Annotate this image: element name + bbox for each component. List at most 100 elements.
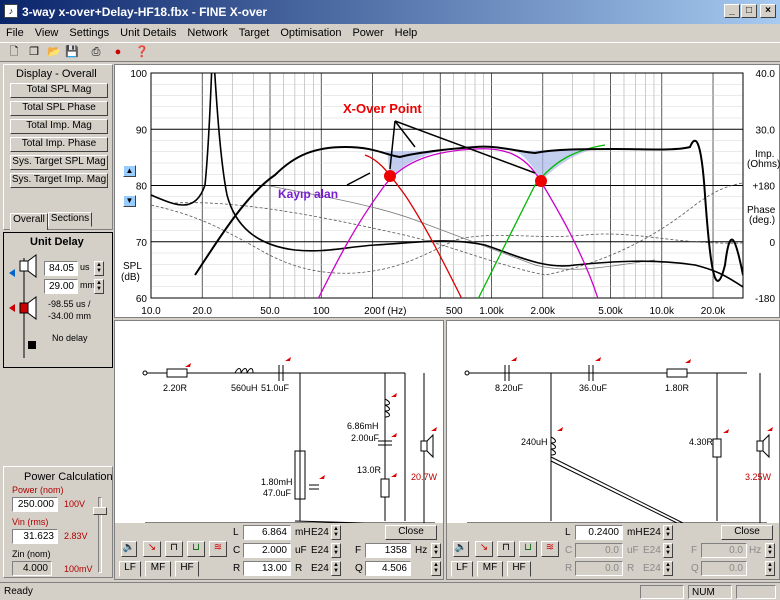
hf-tab-hf[interactable]: HF (507, 561, 531, 577)
menu-settings[interactable]: Settings (63, 24, 114, 39)
lf-L-field[interactable]: 6.864 (243, 525, 291, 540)
hf-L-spinner[interactable]: ▲ ▼ (663, 525, 673, 540)
lf-R-spinner[interactable]: ▲ ▼ (331, 561, 341, 576)
power-volts: 100V (64, 499, 86, 509)
help-icon[interactable]: ❓ (134, 45, 150, 60)
power-label: Power (nom) (12, 485, 64, 495)
lf-Q-spinner[interactable]: ▲ ▼ (431, 561, 441, 576)
tab-overall[interactable]: Overall (10, 213, 48, 230)
right-axis-deg: (deg.) (749, 215, 775, 226)
hf-filter-tool-icon[interactable]: ⊔ (519, 541, 537, 557)
hf-L-field[interactable]: 0.2400 (575, 525, 623, 540)
hf-schematic: 8.20uF 36.0uF 1.80R 240uH 4.30R 3.25W (464, 357, 773, 523)
lf-F-spinner[interactable]: ▲ ▼ (431, 543, 441, 558)
hf-notch-tool-icon[interactable]: ≋ (541, 541, 559, 557)
chart-grid (150, 72, 744, 299)
lf-r-notch-label: 13.0R (357, 465, 382, 475)
x-tick-label: 50.0 (260, 306, 280, 317)
power-value-field[interactable]: 250.000 (12, 497, 58, 512)
lf-lc-tool-icon[interactable]: ⊓ (165, 541, 183, 557)
menu-power[interactable]: Power (346, 24, 388, 39)
delay-us-spinner[interactable]: ▲ ▼ (94, 261, 104, 276)
hf-slope-tool-icon[interactable]: ↘ (475, 541, 493, 557)
hf-network-panel: 8.20uF 36.0uF 1.80R 240uH 4.30R 3.25W 🔈 … (446, 320, 780, 580)
new-file-icon[interactable]: 🗋 (6, 45, 22, 60)
sys-target-spl-mag-button[interactable]: Sys. Target SPL Mag (10, 155, 108, 170)
menu-help[interactable]: Help (389, 24, 423, 39)
menu-unit-details[interactable]: Unit Details (114, 24, 181, 39)
lf-filter-tool-icon[interactable]: ⊔ (187, 541, 205, 557)
hf-R-series: E24 (643, 563, 661, 574)
lf-tab-lf[interactable]: LF (119, 561, 141, 577)
menu-network[interactable]: Network (181, 24, 232, 39)
delay-us-field[interactable]: 84.05 (44, 261, 78, 276)
lf-tab-mf[interactable]: MF (145, 561, 171, 577)
hf-C-series: E24 (643, 545, 661, 556)
hf-F-label: F (691, 545, 698, 556)
right-tick-label: -180 (755, 294, 775, 305)
total-imp-mag-button[interactable]: Total Imp. Mag (10, 119, 108, 134)
lf-R-label: R (233, 563, 241, 574)
print-icon[interactable]: ⎙ (88, 45, 104, 60)
lf-tab-hf[interactable]: HF (175, 561, 199, 577)
minimize-button[interactable]: _ (724, 4, 740, 18)
hf-Q-field: 0.0 (701, 561, 747, 576)
hf-R-spinner: ▲ ▼ (663, 561, 673, 576)
maximize-button[interactable]: □ (741, 4, 757, 18)
tab-sections[interactable]: Sections (48, 212, 92, 227)
total-imp-phase-button[interactable]: Total Imp. Phase (10, 137, 108, 152)
lf-Q-field[interactable]: 4.506 (365, 561, 411, 576)
left-tick-label: 100 (130, 69, 147, 80)
hf-C-unit: uF (627, 545, 639, 556)
crossover-point-low (384, 170, 396, 182)
menu-view[interactable]: View (29, 24, 64, 39)
hf-tab-lf[interactable]: LF (451, 561, 473, 577)
hf-close-button[interactable]: Close (721, 525, 773, 540)
lf-editor: 🔈 ↘ ⊓ ⊔ ≋ L 6.864 mH E24 ▲ ▼ C 2.000 uF E… (115, 523, 443, 579)
hf-C-label: C (565, 545, 573, 556)
vin-volts: 2.83V (64, 531, 88, 541)
hf-c2-label: 36.0uF (579, 383, 608, 393)
x-tick-label: 20.0 (193, 306, 213, 317)
delay-us-unit: us (80, 262, 90, 272)
lf-C-unit: uF (295, 545, 307, 556)
annotation-arrow-4 (346, 172, 371, 186)
lf-L-spinner[interactable]: ▲ ▼ (331, 525, 341, 540)
x-axis-label: f (Hz) (382, 306, 406, 317)
lf-F-field[interactable]: 1358 (365, 543, 411, 558)
open-folder-icon[interactable]: 📂 (46, 45, 62, 60)
lf-notch-tool-icon[interactable]: ≋ (209, 541, 227, 557)
colors-icon[interactable]: ● (110, 45, 126, 60)
close-button[interactable]: × (760, 4, 776, 18)
speaker-diagram-icon (9, 254, 37, 358)
delay-mm-spinner[interactable]: ▲ ▼ (94, 279, 104, 294)
total-spl-mag-button[interactable]: Total SPL Mag (10, 83, 108, 98)
level-slider-thumb[interactable] (93, 507, 107, 515)
hf-lc-tool-icon[interactable]: ⊓ (497, 541, 515, 557)
display-panel-title: Display - Overall (16, 68, 97, 80)
status-cell-1 (640, 585, 684, 599)
hf-tab-mf[interactable]: MF (477, 561, 503, 577)
save-icon[interactable]: 💾 (64, 45, 80, 60)
scroll-up-button[interactable]: ▲ (123, 165, 136, 177)
lf-C-field[interactable]: 2.000 (243, 543, 291, 558)
menu-file[interactable]: File (0, 24, 29, 39)
hf-speaker-tool-icon[interactable]: 🔈 (453, 541, 469, 557)
delay-status: No delay (52, 333, 88, 343)
lf-speaker-tool-icon[interactable]: 🔈 (121, 541, 137, 557)
sys-target-imp-mag-button[interactable]: Sys. Target Imp. Mag (10, 173, 108, 188)
vin-value-field[interactable]: 31.623 (12, 529, 58, 544)
total-spl-phase-button[interactable]: Total SPL Phase (10, 101, 108, 116)
menu-target[interactable]: Target (233, 24, 275, 39)
hf-L-unit: mH (627, 527, 643, 538)
zin-value-field: 4.000 (12, 561, 52, 576)
delay-mm-field[interactable]: 29.00 (44, 279, 78, 294)
chart-area: X-Over Point Kayıp alan 100 90 80 70 60 40.0… (114, 64, 780, 318)
lf-slope-tool-icon[interactable]: ↘ (143, 541, 161, 557)
menu-optimisation[interactable]: Optimisation (274, 24, 346, 39)
scroll-down-button[interactable]: ▼ (123, 195, 136, 207)
lf-close-button[interactable]: Close (385, 525, 437, 540)
lf-C-spinner[interactable]: ▲ ▼ (331, 543, 341, 558)
lf-R-field[interactable]: 13.00 (243, 561, 291, 576)
new-window-icon[interactable]: ❐ (26, 45, 42, 60)
